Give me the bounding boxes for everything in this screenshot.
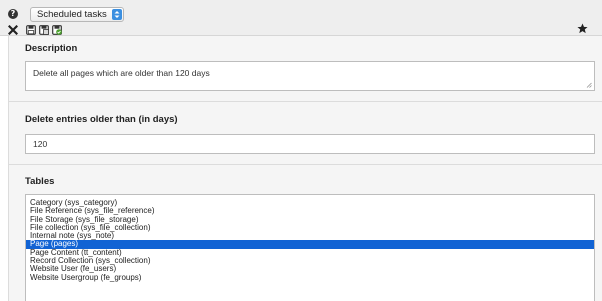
star-icon[interactable] xyxy=(577,23,588,34)
docheader-toolbar xyxy=(8,24,62,35)
tables-multiselect[interactable]: Category (sys_category) File Reference (… xyxy=(25,194,595,301)
table-option[interactable]: Internal note (sys_note) xyxy=(26,231,594,240)
table-option[interactable]: Website Usergroup (fe_groups) xyxy=(26,273,594,282)
select-arrows-icon xyxy=(111,8,122,20)
close-icon[interactable] xyxy=(8,24,18,35)
description-section: Description Delete all pages which are o… xyxy=(9,36,602,102)
module-function-select-value: Scheduled tasks xyxy=(37,8,107,20)
module-function-select[interactable]: Scheduled tasks xyxy=(30,6,124,22)
section-divider xyxy=(9,164,602,165)
days-input[interactable]: 120 xyxy=(25,134,595,154)
resize-grip-icon[interactable] xyxy=(586,82,592,88)
help-icon[interactable]: ? xyxy=(8,9,18,19)
save-icon[interactable] xyxy=(26,24,36,35)
save-and-view-icon[interactable] xyxy=(39,24,49,35)
scheduler-edit-page: ? Scheduled tasks Description Delete all… xyxy=(0,0,602,301)
days-label: Delete entries older than (in days) xyxy=(25,114,178,125)
tables-label: Tables xyxy=(25,176,55,187)
days-value: 120 xyxy=(33,139,48,149)
form-content: Description Delete all pages which are o… xyxy=(8,36,602,301)
module-docheader: ? Scheduled tasks xyxy=(0,0,602,36)
docheader-top-row: ? Scheduled tasks xyxy=(8,6,124,22)
save-and-close-icon[interactable] xyxy=(52,24,62,35)
description-textarea[interactable]: Delete all pages which are older than 12… xyxy=(25,61,595,91)
description-value: Delete all pages which are older than 12… xyxy=(33,68,210,78)
description-label: Description xyxy=(25,43,78,54)
